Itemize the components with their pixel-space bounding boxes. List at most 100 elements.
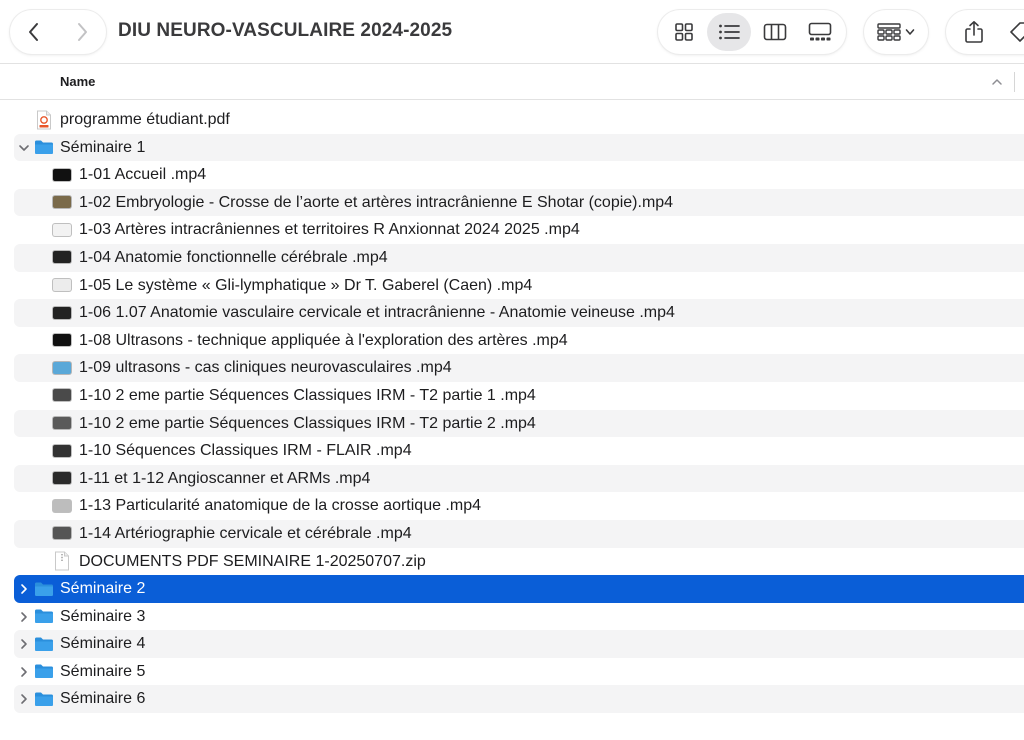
file-row[interactable]: DOCUMENTS PDF SEMINAIRE 1-20250707.zip bbox=[0, 548, 1024, 576]
file-name: 1-13 Particularité anatomique de la cros… bbox=[79, 497, 481, 515]
file-name: 1-08 Ultrasons - technique appliquée à l… bbox=[79, 331, 568, 349]
file-icon bbox=[34, 580, 54, 597]
name-column-header[interactable]: Name bbox=[60, 74, 95, 89]
file-name: Séminaire 1 bbox=[60, 138, 146, 156]
file-icon bbox=[52, 166, 72, 183]
file-icon bbox=[34, 690, 54, 707]
chevron-right-icon bbox=[21, 639, 27, 650]
file-row[interactable]: 1-06 1.07 Anatomie vasculaire cervicale … bbox=[0, 299, 1024, 327]
row-background bbox=[14, 630, 1024, 658]
file-row[interactable]: 1-04 Anatomie fonctionnelle cérébrale .m… bbox=[0, 243, 1024, 272]
video-thumbnail-icon bbox=[53, 361, 71, 374]
file-icon bbox=[52, 277, 72, 294]
file-name: Séminaire 2 bbox=[60, 580, 146, 598]
grid-icon bbox=[675, 23, 693, 41]
file-row[interactable]: 1-05 Le système « Gli-lymphatique » Dr T… bbox=[0, 272, 1024, 300]
file-icon bbox=[52, 387, 72, 404]
video-thumbnail-icon bbox=[53, 251, 71, 264]
file-name: 1-10 2 eme partie Séquences Classiques I… bbox=[79, 386, 536, 404]
list-icon bbox=[719, 24, 740, 40]
folder-row[interactable]: Séminaire 5 bbox=[0, 658, 1024, 686]
folder-icon bbox=[35, 637, 53, 651]
column-view-button[interactable] bbox=[753, 13, 797, 51]
group-grid-icon bbox=[877, 23, 901, 41]
file-name: Séminaire 3 bbox=[60, 607, 146, 625]
video-thumbnail-icon bbox=[53, 279, 71, 292]
file-icon bbox=[52, 304, 72, 321]
folder-row[interactable]: Séminaire 6 bbox=[0, 685, 1024, 714]
row-background bbox=[14, 658, 1024, 686]
list-view-button[interactable] bbox=[707, 13, 751, 51]
file-row[interactable]: 1-08 Ultrasons - technique appliquée à l… bbox=[0, 327, 1024, 355]
pdf-file-icon bbox=[37, 110, 51, 129]
file-row[interactable]: 1-10 2 eme partie Séquences Classiques I… bbox=[0, 409, 1024, 438]
file-icon bbox=[52, 551, 72, 571]
disclosure-triangle[interactable] bbox=[17, 141, 31, 155]
file-row[interactable]: 1-13 Particularité anatomique de la cros… bbox=[0, 492, 1024, 520]
file-icon bbox=[52, 332, 72, 349]
file-icon bbox=[52, 249, 72, 266]
row-background bbox=[14, 133, 1024, 162]
actions-group bbox=[946, 10, 1024, 54]
gallery-view-button[interactable] bbox=[798, 13, 842, 51]
file-icon bbox=[52, 497, 72, 514]
folder-icon bbox=[35, 692, 53, 706]
file-row[interactable]: 1-11 et 1-12 Angioscanner et ARMs .mp4 bbox=[0, 464, 1024, 493]
disclosure-triangle[interactable] bbox=[17, 692, 31, 706]
column-divider[interactable] bbox=[1014, 72, 1015, 92]
file-name: 1-10 2 eme partie Séquences Classiques I… bbox=[79, 414, 536, 432]
file-row[interactable]: 1-10 2 eme partie Séquences Classiques I… bbox=[0, 382, 1024, 410]
file-icon bbox=[52, 525, 72, 542]
row-background bbox=[14, 685, 1024, 714]
folder-row[interactable]: Séminaire 4 bbox=[0, 630, 1024, 658]
file-row[interactable]: 1-03 Artères intracrâniennes et territoi… bbox=[0, 216, 1024, 244]
view-switcher bbox=[658, 10, 846, 54]
share-button[interactable] bbox=[954, 13, 994, 51]
column-header: Name bbox=[0, 64, 1024, 100]
file-icon bbox=[52, 221, 72, 238]
toolbar: DIU NEURO-VASCULAIRE 2024-2025 bbox=[0, 0, 1024, 64]
back-button[interactable] bbox=[10, 10, 58, 54]
sort-ascending-icon[interactable] bbox=[990, 76, 1004, 88]
disclosure-triangle[interactable] bbox=[17, 665, 31, 679]
file-icon bbox=[52, 194, 72, 211]
file-name: 1-02 Embryologie - Crosse de l’aorte et … bbox=[79, 193, 674, 211]
file-name: 1-05 Le système « Gli-lymphatique » Dr T… bbox=[79, 276, 533, 294]
folder-row[interactable]: Séminaire 2 bbox=[0, 575, 1024, 603]
file-row[interactable]: 1-02 Embryologie - Crosse de l’aorte et … bbox=[0, 188, 1024, 217]
file-name: DOCUMENTS PDF SEMINAIRE 1-20250707.zip bbox=[79, 552, 426, 570]
video-thumbnail-icon bbox=[53, 168, 71, 181]
group-button[interactable] bbox=[864, 10, 928, 54]
file-row[interactable]: 1-09 ultrasons - cas cliniques neurovasc… bbox=[0, 354, 1024, 382]
file-name: 1-10 Séquences Classiques IRM - FLAIR .m… bbox=[79, 442, 412, 460]
tag-button[interactable] bbox=[1000, 13, 1024, 51]
disclosure-triangle[interactable] bbox=[17, 610, 31, 624]
folder-row[interactable]: Séminaire 1 bbox=[0, 133, 1024, 162]
video-thumbnail-icon bbox=[53, 472, 71, 485]
window-title: DIU NEURO-VASCULAIRE 2024-2025 bbox=[118, 20, 453, 41]
disclosure-triangle[interactable] bbox=[17, 582, 31, 596]
chevron-down-icon bbox=[19, 144, 29, 151]
file-name: 1-06 1.07 Anatomie vasculaire cervicale … bbox=[79, 304, 675, 322]
file-icon bbox=[34, 635, 54, 652]
row-background bbox=[14, 575, 1024, 603]
folder-row[interactable]: Séminaire 3 bbox=[0, 603, 1024, 631]
chevron-right-icon bbox=[21, 611, 27, 622]
file-row[interactable]: programme étudiant.pdf bbox=[0, 106, 1024, 134]
file-name: Séminaire 4 bbox=[60, 635, 146, 653]
file-name: 1-11 et 1-12 Angioscanner et ARMs .mp4 bbox=[79, 469, 371, 487]
disclosure-triangle[interactable] bbox=[17, 637, 31, 651]
file-row[interactable]: 1-01 Accueil .mp4 bbox=[0, 161, 1024, 189]
file-name: 1-09 ultrasons - cas cliniques neurovasc… bbox=[79, 359, 452, 377]
chevron-right-icon bbox=[78, 23, 87, 41]
file-name: 1-03 Artères intracrâniennes et territoi… bbox=[79, 221, 580, 239]
file-row[interactable]: 1-10 Séquences Classiques IRM - FLAIR .m… bbox=[0, 437, 1024, 465]
forward-button[interactable] bbox=[58, 10, 106, 54]
zip-file-icon bbox=[55, 551, 69, 571]
video-thumbnail-icon bbox=[53, 417, 71, 430]
file-row[interactable]: 1-14 Artériographie cervicale et cérébra… bbox=[0, 519, 1024, 548]
video-thumbnail-icon bbox=[53, 223, 71, 236]
file-name: 1-14 Artériographie cervicale et cérébra… bbox=[79, 524, 412, 542]
icon-view-button[interactable] bbox=[662, 13, 706, 51]
file-name: programme étudiant.pdf bbox=[60, 111, 230, 128]
